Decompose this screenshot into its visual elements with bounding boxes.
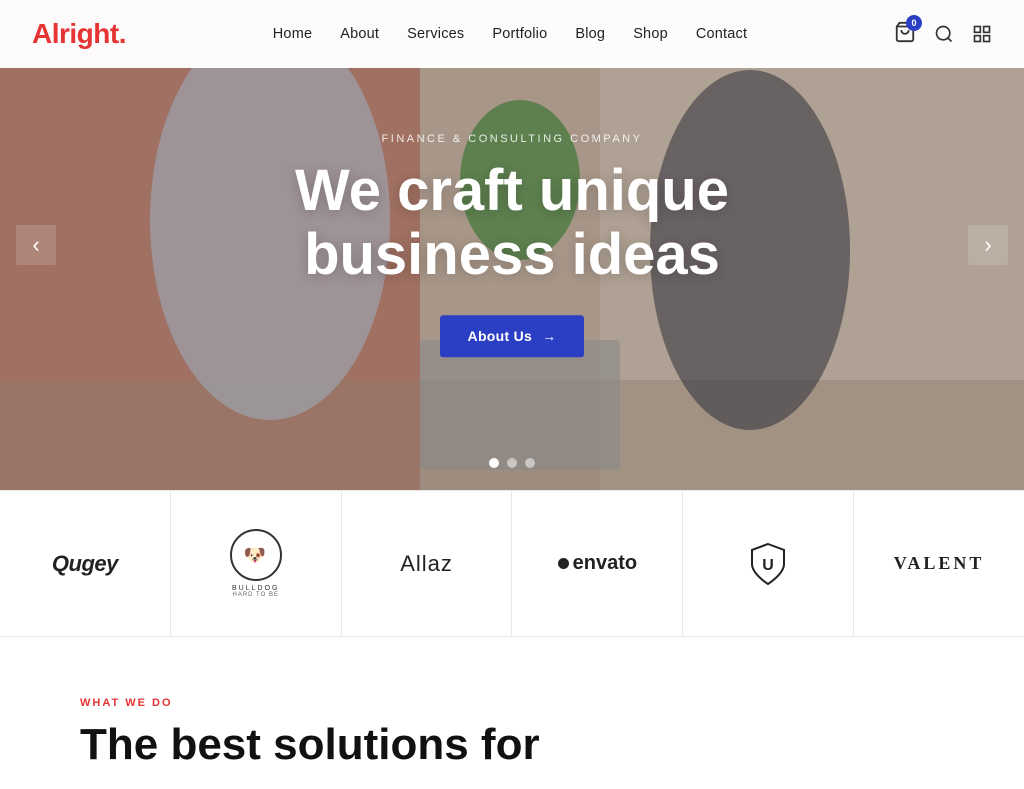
logo-envato: envato bbox=[512, 491, 683, 636]
nav-services[interactable]: Services bbox=[407, 26, 464, 42]
bulldog-label: BULLDOG bbox=[232, 585, 279, 592]
brand-dot: . bbox=[119, 18, 126, 49]
logo-qugey-text: Qugey bbox=[52, 551, 118, 577]
cart-icon[interactable]: 0 bbox=[894, 21, 916, 48]
navbar: Alright. Home About Services Portfolio B… bbox=[0, 0, 1024, 68]
hero-cta-label: About Us bbox=[468, 328, 533, 344]
nav-portfolio[interactable]: Portfolio bbox=[492, 26, 547, 42]
nav-shop[interactable]: Shop bbox=[633, 26, 668, 42]
hero-dots bbox=[489, 458, 535, 468]
what-label: WHAT WE DO bbox=[80, 697, 944, 709]
logo-valent: VALENT bbox=[854, 491, 1024, 636]
envato-dot bbox=[558, 558, 569, 569]
search-icon[interactable] bbox=[934, 24, 954, 44]
cart-badge: 0 bbox=[906, 15, 922, 31]
brand-name: Alright bbox=[32, 18, 119, 49]
nav-home[interactable]: Home bbox=[273, 26, 312, 42]
hero-prev-label: ‹ bbox=[32, 232, 39, 258]
bulldog-sublabel: HARD TO BE bbox=[233, 592, 279, 598]
nav-about[interactable]: About bbox=[340, 26, 379, 42]
what-title: The best solutions for bbox=[80, 721, 944, 769]
hero-title-line1: We craft unique bbox=[295, 158, 729, 223]
svg-text:U: U bbox=[762, 557, 774, 574]
hero-section: Finance & Consulting Company We craft un… bbox=[0, 0, 1024, 490]
logo-qugey: Qugey bbox=[0, 491, 171, 636]
hero-title-line2: business ideas bbox=[304, 222, 720, 287]
bulldog-circle: 🐶 bbox=[230, 529, 282, 581]
logo-bulldog-wrap: 🐶 BULLDOG HARD TO BE bbox=[230, 529, 282, 598]
hero-content: Finance & Consulting Company We craft un… bbox=[212, 133, 812, 357]
grid-icon[interactable] bbox=[972, 24, 992, 44]
hero-subtitle: Finance & Consulting Company bbox=[212, 133, 812, 145]
hero-cta-button[interactable]: About Us → bbox=[440, 315, 585, 357]
hero-prev-button[interactable]: ‹ bbox=[16, 225, 56, 265]
hero-title: We craft unique business ideas bbox=[212, 159, 812, 287]
hero-next-button[interactable]: › bbox=[968, 225, 1008, 265]
logo-envato-text: envato bbox=[558, 552, 637, 575]
logo-allaz-text: Allaz bbox=[400, 551, 453, 577]
nav-blog[interactable]: Blog bbox=[575, 26, 605, 42]
hero-dot-2[interactable] bbox=[507, 458, 517, 468]
logo-bulldog: 🐶 BULLDOG HARD TO BE bbox=[171, 491, 342, 636]
nav-contact[interactable]: Contact bbox=[696, 26, 747, 42]
logo-ushield: U bbox=[683, 491, 854, 636]
ushield-svg: U bbox=[744, 540, 792, 588]
hero-cta-arrow: → bbox=[542, 328, 556, 344]
main-nav: Home About Services Portfolio Blog Shop … bbox=[273, 25, 747, 43]
navbar-icons: 0 bbox=[894, 21, 992, 48]
logo-valent-text: VALENT bbox=[894, 553, 985, 574]
hero-next-label: › bbox=[984, 232, 991, 258]
logos-strip: Qugey 🐶 BULLDOG HARD TO BE Allaz envato … bbox=[0, 490, 1024, 637]
hero-dot-1[interactable] bbox=[489, 458, 499, 468]
logo-allaz: Allaz bbox=[342, 491, 513, 636]
brand-logo[interactable]: Alright. bbox=[32, 18, 126, 50]
what-we-do-section: WHAT WE DO The best solutions for bbox=[0, 637, 1024, 789]
hero-dot-3[interactable] bbox=[525, 458, 535, 468]
